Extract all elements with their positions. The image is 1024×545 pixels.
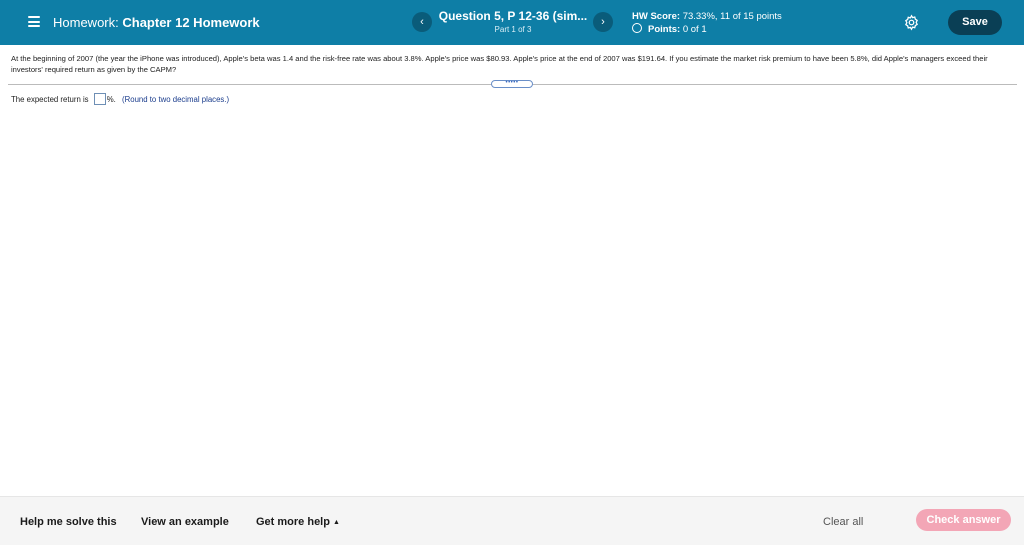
previous-question-button[interactable]: ‹ <box>412 12 432 32</box>
pane-resize-handle[interactable]: ••••• <box>491 80 533 88</box>
points-circle-icon <box>632 23 642 33</box>
answer-line: The expected return is %. (Round to two … <box>11 93 229 105</box>
homework-name: Chapter 12 Homework <box>122 15 260 30</box>
expected-return-input[interactable] <box>93 93 106 105</box>
next-question-button[interactable]: › <box>593 12 613 32</box>
homework-title: Homework: Chapter 12 Homework <box>53 15 260 30</box>
hw-score-value: 73.33%, 11 of 15 points <box>682 11 782 22</box>
question-title: Question 5, P 12-36 (sim... <box>438 9 588 23</box>
gear-icon[interactable] <box>903 14 920 31</box>
save-button[interactable]: Save <box>948 10 1002 35</box>
help-me-solve-button[interactable]: Help me solve this <box>20 516 117 528</box>
answer-prefix: The expected return is <box>11 95 89 104</box>
hw-score-label: HW Score: <box>632 11 681 22</box>
rounding-hint: (Round to two decimal places.) <box>122 95 230 104</box>
check-answer-button[interactable]: Check answer <box>916 509 1011 531</box>
points-status: Points: 0 of 1 <box>632 23 707 35</box>
caret-up-icon: ▲ <box>332 519 340 526</box>
footer-bar: Help me solve this View an example Get m… <box>0 496 1024 545</box>
answer-suffix: %. <box>106 95 116 104</box>
homework-prefix: Homework: <box>53 15 119 30</box>
get-more-help-label: Get more help <box>256 516 330 528</box>
mylab-question-page: Homework: Chapter 12 Homework ‹ Question… <box>0 0 1024 545</box>
points-value: 0 of 1 <box>682 24 707 35</box>
hw-score: HW Score: 73.33%, 11 of 15 points <box>632 11 782 22</box>
question-part: Part 1 of 3 <box>494 25 532 34</box>
hamburger-icon[interactable] <box>28 16 40 27</box>
view-example-button[interactable]: View an example <box>141 516 229 528</box>
get-more-help-button[interactable]: Get more help ▲ <box>256 516 340 528</box>
header-bar: Homework: Chapter 12 Homework ‹ Question… <box>0 0 1024 45</box>
points-label: Points: <box>648 24 681 35</box>
question-text: At the beginning of 2007 (the year the i… <box>11 54 988 74</box>
clear-all-button[interactable]: Clear all <box>823 516 863 528</box>
